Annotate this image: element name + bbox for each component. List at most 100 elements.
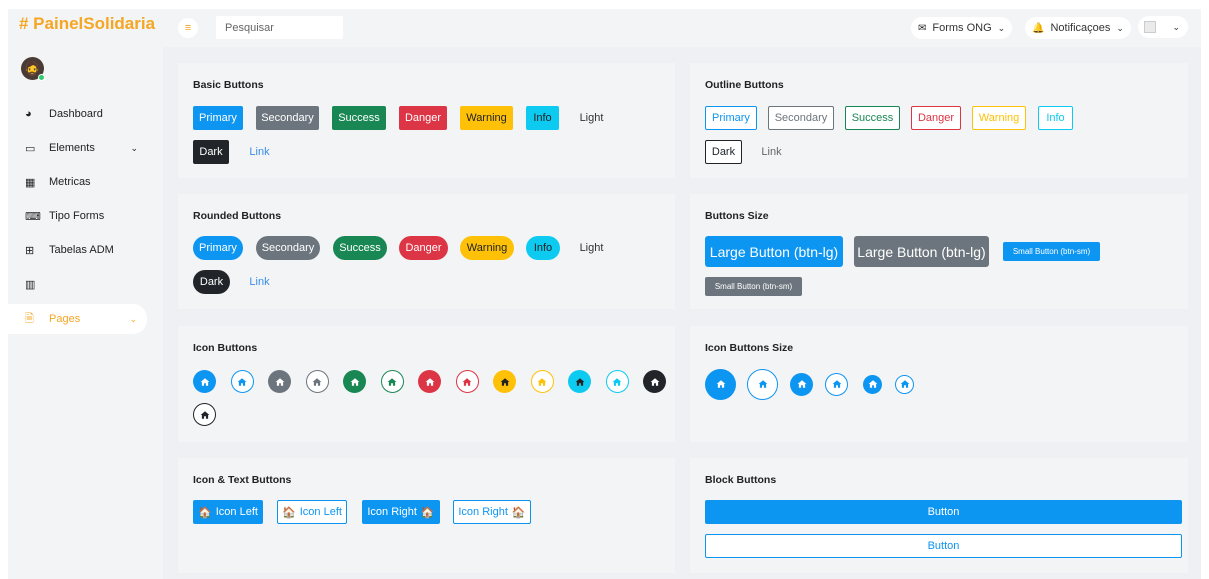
home-icon-button[interactable] [193, 403, 216, 426]
sidebar-item-chart[interactable]: ▥ [8, 270, 148, 298]
home-icon-button[interactable] [605, 370, 629, 393]
primary-button[interactable]: Primary [193, 106, 243, 130]
home-icon-button[interactable] [193, 370, 216, 393]
success-outline-button[interactable]: Success [845, 106, 900, 130]
home-icon-button[interactable] [643, 370, 666, 393]
danger-rounded-button[interactable]: Danger [399, 236, 448, 260]
home-icon-button[interactable] [493, 370, 516, 393]
home-icon-button[interactable] [455, 370, 479, 393]
home-icon-button[interactable] [568, 370, 591, 393]
icon-right-button[interactable]: Icon Right 🏠 [362, 500, 440, 524]
sidebar-item-metricas[interactable]: ▦ Metricas [8, 168, 148, 196]
menu-toggle-icon[interactable]: ≡ [178, 18, 198, 38]
dark-button[interactable]: Dark [193, 140, 229, 164]
card-title: Buttons Size [705, 210, 769, 222]
home-icon: 🏠 [420, 506, 435, 519]
home-icon: 🏠 [282, 506, 296, 519]
avatar[interactable]: 🧔 [21, 57, 45, 81]
secondary-rounded-button[interactable]: Secondary [256, 236, 320, 260]
danger-outline-button[interactable]: Danger [911, 106, 961, 130]
warning-button[interactable]: Warning [460, 106, 513, 130]
grid-icon: ▦ [25, 176, 36, 189]
block-primary-button[interactable]: Button [705, 500, 1182, 524]
card-buttons-size: Buttons Size Large Button (btn-lg) Large… [690, 194, 1188, 309]
sidebar-item-tabelas-adm[interactable]: ⊞ Tabelas ADM [8, 236, 148, 264]
small-secondary-button[interactable]: Small Button (btn-sm) [705, 277, 802, 296]
success-rounded-button[interactable]: Success [333, 236, 387, 260]
sidebar-item-label: Elements [49, 142, 95, 154]
online-status-dot [38, 74, 45, 81]
home-icon-button[interactable] [530, 370, 554, 393]
home-icon-button[interactable] [747, 368, 778, 400]
home-icon-button[interactable] [895, 374, 914, 394]
sidebar-item-tipo-forms[interactable]: ⌨ Tipo Forms [8, 202, 148, 230]
info-button[interactable]: Info [526, 106, 559, 130]
sidebar-item-label: Metricas [49, 176, 91, 188]
chevron-down-icon: ⌄ [1172, 21, 1180, 32]
light-button[interactable]: Light [574, 106, 609, 130]
icon-left-button[interactable]: 🏠 Icon Left [193, 500, 263, 524]
chevron-down-icon: ⌄ [130, 142, 138, 153]
home-icon-button[interactable] [380, 370, 404, 393]
card-title: Outline Buttons [705, 79, 784, 91]
icon-left-outline-button[interactable]: 🏠 Icon Left [277, 500, 347, 524]
home-icon-button[interactable] [790, 372, 813, 396]
card-title: Rounded Buttons [193, 210, 282, 222]
dashboard-icon: ◕ [25, 108, 32, 120]
sidebar-item-label: Dashboard [49, 108, 103, 120]
chart-icon: ▥ [25, 278, 36, 291]
button-label: Icon Right [367, 506, 417, 518]
warning-rounded-button[interactable]: Warning [460, 236, 514, 260]
app-root: # PainelSolidaria ≡ ✉ Forms ONG ⌄ 🔔 Noti… [0, 0, 1209, 579]
button-label: Icon Left [299, 506, 342, 518]
card-basic-buttons: Basic Buttons Primary Secondary Success … [178, 63, 675, 178]
app-logo[interactable]: # PainelSolidaria [19, 14, 155, 34]
forms-dropdown[interactable]: ✉ Forms ONG ⌄ [911, 17, 1013, 39]
home-icon: 🏠 [198, 506, 212, 519]
block-outline-button[interactable]: Button [705, 534, 1182, 558]
chevron-down-icon: ⌄ [129, 313, 137, 324]
success-button[interactable]: Success [332, 106, 386, 130]
danger-button[interactable]: Danger [399, 106, 447, 130]
sidebar-item-label: Tipo Forms [49, 210, 105, 222]
warning-outline-button[interactable]: Warning [972, 106, 1026, 130]
home-icon-button[interactable] [863, 374, 882, 394]
light-rounded-button[interactable]: Light [574, 236, 609, 260]
small-primary-button[interactable]: Small Button (btn-sm) [1003, 242, 1100, 261]
info-rounded-button[interactable]: Info [526, 236, 560, 260]
home-icon-button[interactable] [705, 368, 736, 400]
laptop-icon: ▭ [25, 142, 36, 155]
home-icon-button[interactable] [343, 370, 366, 393]
home-icon-button[interactable] [268, 370, 291, 393]
sidebar-item-elements[interactable]: ▭ Elements ⌄ [8, 134, 148, 162]
home-icon-button[interactable] [305, 370, 329, 393]
home-icon-button[interactable] [825, 372, 848, 396]
home-icon-button[interactable] [230, 370, 254, 393]
secondary-outline-button[interactable]: Secondary [768, 106, 834, 130]
sidebar-item-pages[interactable]: 🗎 Pages ⌄ [8, 304, 147, 334]
card-icon-text-buttons: Icon & Text Buttons 🏠 Icon Left 🏠 Icon L… [178, 458, 675, 573]
search-input[interactable] [216, 16, 343, 39]
info-outline-button[interactable]: Info [1038, 106, 1073, 130]
dark-rounded-button[interactable]: Dark [193, 270, 230, 294]
link-rounded-button[interactable]: Link [243, 270, 276, 294]
primary-rounded-button[interactable]: Primary [193, 236, 243, 260]
dark-outline-button[interactable]: Dark [705, 140, 742, 164]
table-icon: ⊞ [25, 244, 35, 257]
link-outline-button[interactable]: Link [755, 140, 788, 164]
sidebar-item-dashboard[interactable]: ◕ Dashboard [8, 100, 148, 128]
notifications-dropdown[interactable]: 🔔 Notificaçoes ⌄ [1025, 17, 1131, 39]
button-label: Icon Right [458, 506, 508, 518]
card-icon-buttons: Icon Buttons [178, 326, 675, 442]
large-secondary-button[interactable]: Large Button (btn-lg) [854, 236, 989, 267]
card-title: Icon & Text Buttons [193, 474, 292, 486]
user-menu[interactable]: ⌄ [1138, 16, 1188, 38]
large-primary-button[interactable]: Large Button (btn-lg) [705, 236, 843, 267]
primary-outline-button[interactable]: Primary [705, 106, 757, 130]
link-button[interactable]: Link [243, 140, 276, 164]
secondary-button[interactable]: Secondary [256, 106, 319, 130]
button-label: Icon Left [215, 506, 258, 518]
sidebar-item-label: Tabelas ADM [49, 244, 114, 256]
icon-right-outline-button[interactable]: Icon Right 🏠 [453, 500, 531, 524]
home-icon-button[interactable] [418, 370, 441, 393]
